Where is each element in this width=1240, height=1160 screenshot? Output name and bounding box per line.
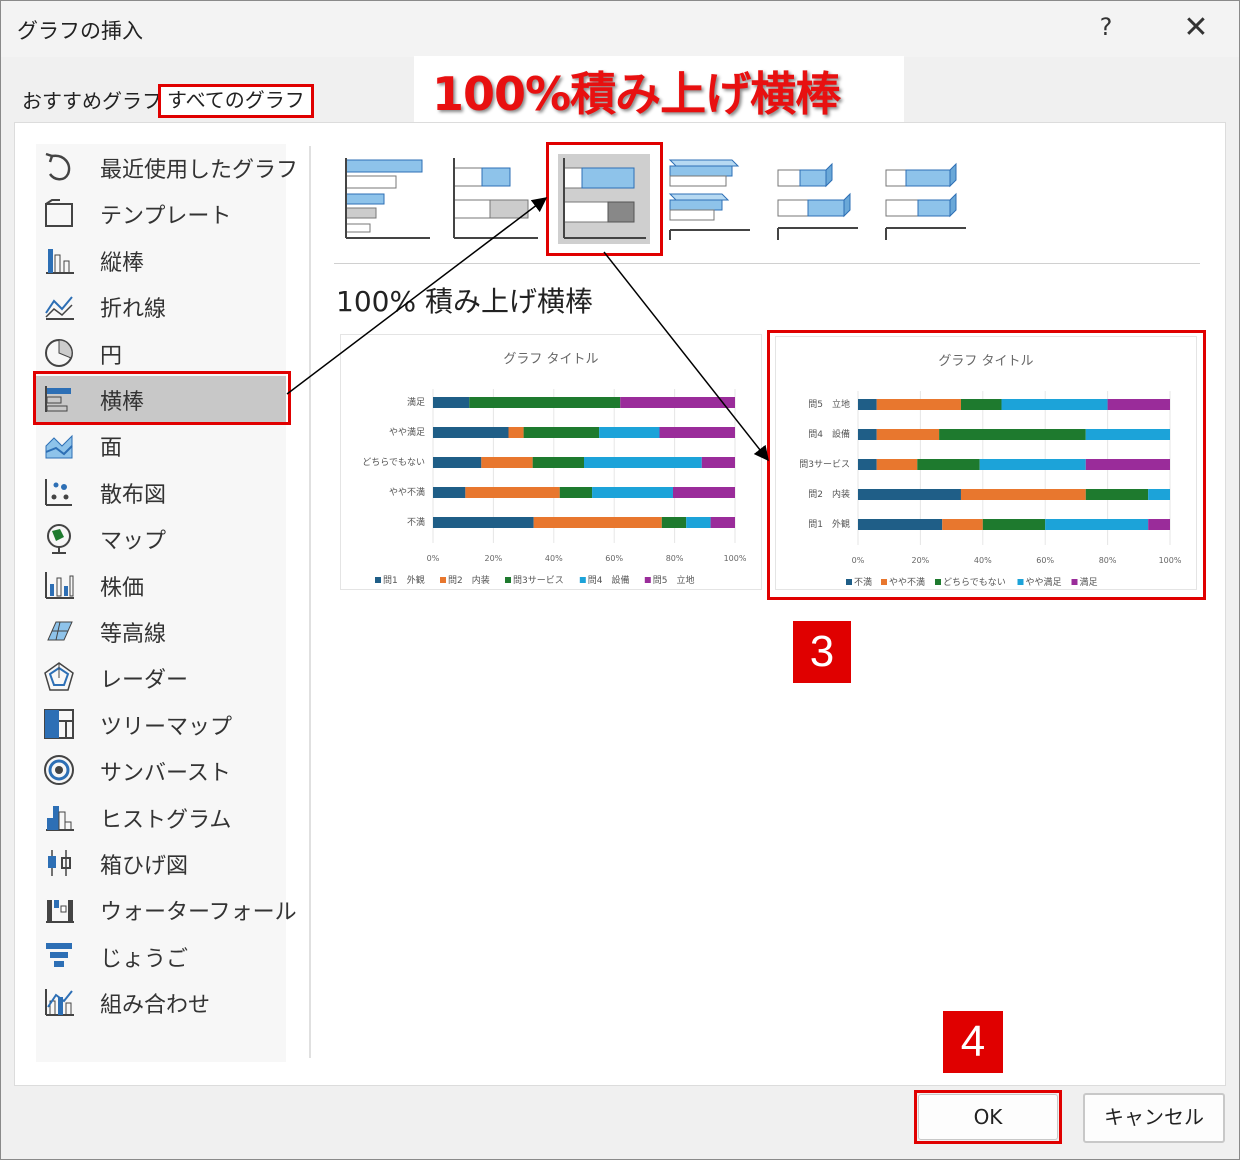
- cancel-button[interactable]: キャンセル: [1083, 1093, 1225, 1143]
- arrow-category-to-subtype: [286, 197, 548, 395]
- annotation-ok-highlight: [914, 1090, 1062, 1144]
- arrow-subtype-to-preview: [603, 251, 769, 462]
- annotation-arrows: [286, 197, 769, 462]
- step-badge-3: 3: [793, 621, 851, 683]
- step-badge-4: 4: [943, 1011, 1003, 1073]
